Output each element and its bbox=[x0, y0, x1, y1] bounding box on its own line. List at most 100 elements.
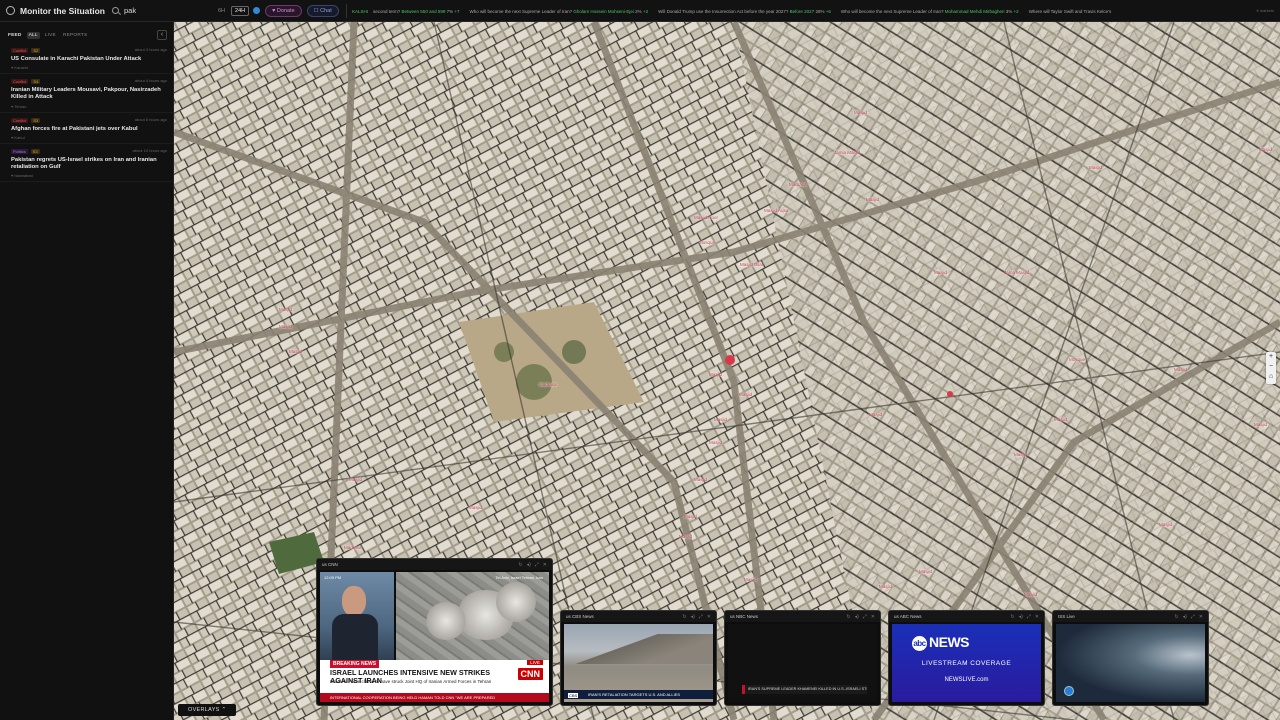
video-frame[interactable]: abc NEWS LIVESTREAM COVERAGE NEWSLIVE.com bbox=[892, 624, 1041, 702]
video-frame[interactable]: IRAN'S SUPREME LEADER KHAMENEI KILLED IN… bbox=[728, 624, 877, 702]
map-poi-label[interactable]: Masjid bbox=[744, 577, 757, 582]
map-poi-label[interactable]: Masjid bbox=[1254, 422, 1267, 427]
map-poi-label[interactable]: Masjid bbox=[684, 514, 697, 519]
home-icon[interactable]: ⌂ bbox=[1266, 372, 1276, 382]
search-box[interactable] bbox=[112, 4, 212, 18]
video-frame[interactable]: IRAN'S RETALIATION TARGETS U.S. AND ALLI… bbox=[564, 624, 713, 702]
map-poi-label[interactable]: Masjid bbox=[279, 307, 292, 312]
map-poi-label[interactable]: Jama Masjid bbox=[1004, 270, 1029, 275]
map-poi-label[interactable]: Madrasa bbox=[344, 545, 362, 550]
mute-icon[interactable]: ◂) bbox=[691, 614, 695, 620]
map-poi-label[interactable]: Masjid Bilal bbox=[740, 262, 763, 267]
chat-button[interactable]: ☐ Chat bbox=[306, 4, 339, 17]
ticker-item[interactable]: Who will become the next Supreme Leader … bbox=[841, 9, 1019, 14]
map-poi-label[interactable]: Madrasa bbox=[789, 182, 807, 187]
ticker-item[interactable]: Who will become the next Supreme Leader … bbox=[470, 9, 649, 14]
map-poi-label[interactable]: Madrasa bbox=[539, 382, 557, 387]
collapse-sidebar-icon[interactable]: ‹ bbox=[157, 30, 167, 40]
live-indicator-icon[interactable] bbox=[253, 7, 261, 14]
map-poi-label[interactable]: Masjid bbox=[1024, 592, 1037, 597]
map-poi-label[interactable]: Masjid bbox=[349, 477, 362, 482]
toggle-6h[interactable]: 6H bbox=[215, 7, 228, 15]
tab-all[interactable]: ALL bbox=[26, 32, 40, 39]
map-poi-label[interactable]: Masjid bbox=[289, 349, 302, 354]
expand-icon[interactable]: ⤢ bbox=[863, 614, 867, 620]
market-ticker[interactable]: KALSHI second term? Between 550 and 599 … bbox=[346, 4, 1274, 18]
tab-live[interactable]: LIVE bbox=[43, 32, 58, 39]
video-title: us NBC News bbox=[730, 614, 759, 619]
video-panel-nbc[interactable]: us NBC News ↻ ◂) ⤢ ✕ IRAN'S SUPREME LEADER K… bbox=[724, 610, 881, 706]
mute-icon[interactable]: ◂) bbox=[527, 562, 531, 568]
video-panel-abc[interactable]: us ABC News ↻ ◂) ⤢ ✕ abc NEWS LIVESTREAM COVE… bbox=[888, 610, 1045, 706]
ticker-item[interactable]: Will Donald Trump use the Insurrection A… bbox=[658, 9, 831, 14]
app-logo[interactable]: Monitor the Situation bbox=[0, 6, 108, 16]
map-poi-label[interactable]: Masjid bbox=[1259, 147, 1272, 152]
map-poi-label[interactable]: Masjid bbox=[469, 505, 482, 510]
map-poi-label[interactable]: Masjid bbox=[714, 417, 727, 422]
expand-icon[interactable]: ⤢ bbox=[1027, 614, 1031, 620]
map-poi-label[interactable]: Masjid Noor bbox=[694, 215, 718, 220]
search-input[interactable] bbox=[124, 6, 204, 15]
map-poi-label[interactable]: Masjid bbox=[709, 440, 722, 445]
map-poi-label[interactable]: Masjid Aqsa bbox=[764, 208, 788, 213]
map-poi-label[interactable]: Masjid bbox=[1174, 367, 1187, 372]
map-poi-label[interactable]: Masjid bbox=[694, 477, 707, 482]
map-poi-label[interactable]: Masjid bbox=[679, 534, 692, 539]
map-poi-label[interactable]: Masjid bbox=[879, 584, 892, 589]
tab-reports[interactable]: REPORTS bbox=[61, 32, 90, 39]
close-icon[interactable]: ✕ bbox=[1035, 614, 1039, 620]
ticker-option: Gholam Hossein Mohseni-Ejei bbox=[573, 8, 634, 14]
close-icon[interactable]: ✕ bbox=[707, 614, 711, 620]
map-poi-label[interactable]: Jamia Masjid bbox=[834, 150, 860, 155]
feed-item[interactable]: Politics S3 about 10 hours ago Pakistan r… bbox=[0, 144, 173, 183]
mute-icon[interactable]: ◂) bbox=[855, 614, 859, 620]
expand-icon[interactable]: ⤢ bbox=[699, 614, 703, 620]
map-zoom-control[interactable]: + − ⌂ bbox=[1266, 352, 1276, 384]
expand-icon[interactable]: ⤢ bbox=[1191, 614, 1195, 620]
ticker-more-count[interactable]: 6 markets bbox=[1256, 8, 1274, 13]
map-poi-label[interactable]: Masjid bbox=[1159, 522, 1172, 527]
map-poi-label[interactable]: Mosque bbox=[1069, 357, 1085, 362]
map-poi-label[interactable]: Masjid bbox=[1014, 452, 1027, 457]
video-frame[interactable]: 12:09 PM Tel Aviv, Israel Tehran, Iran B… bbox=[320, 572, 549, 702]
video-panel-cbs[interactable]: us CBS News ↻ ◂) ⤢ ✕ IRAN'S RETALIATION TARG… bbox=[560, 610, 717, 706]
map-poi-label[interactable]: Masjid bbox=[869, 412, 882, 417]
close-icon[interactable]: ✕ bbox=[1199, 614, 1203, 620]
map-poi-label[interactable]: Masjid bbox=[279, 324, 292, 329]
reload-icon[interactable]: ↻ bbox=[1010, 614, 1014, 620]
expand-icon[interactable]: ⤢ bbox=[535, 562, 539, 568]
video-panel-cnn[interactable]: us CNN ↻ ◂) ⤢ ✕ 12:09 PM Tel Aviv, Israel Te… bbox=[316, 558, 553, 706]
map-poi-label[interactable]: Masjid bbox=[709, 372, 722, 377]
map-poi-label[interactable]: Masjid bbox=[739, 392, 752, 397]
reload-icon[interactable]: ↻ bbox=[1174, 614, 1178, 620]
map-poi-label[interactable]: Masjid bbox=[854, 110, 867, 115]
ticker-item[interactable]: second term? Between 550 and 599 7% +7 bbox=[373, 9, 460, 14]
feed-item[interactable]: Conflict S2 about 3 hours ago US Consulat… bbox=[0, 43, 173, 75]
map-poi-label[interactable]: Masjid bbox=[866, 197, 879, 202]
tab-feed[interactable]: FEED bbox=[6, 32, 24, 39]
chyron-headline: IRAN'S SUPREME LEADER KHAMENEI KILLED IN… bbox=[742, 685, 867, 694]
map-poi-label[interactable]: Masjid bbox=[919, 569, 932, 574]
mute-icon[interactable]: ◂) bbox=[1019, 614, 1023, 620]
reload-icon[interactable]: ↻ bbox=[518, 562, 522, 568]
close-icon[interactable]: ✕ bbox=[543, 562, 547, 568]
zoom-out-icon[interactable]: − bbox=[1266, 362, 1276, 372]
map-poi-label[interactable]: Masjid bbox=[1089, 165, 1102, 170]
map-poi-label[interactable]: Masjid bbox=[1054, 417, 1067, 422]
overlays-button[interactable]: OVERLAYS ⌃ bbox=[178, 704, 237, 716]
feed-item[interactable]: Conflict S3 about 6 hours ago Afghan forc… bbox=[0, 113, 173, 144]
video-panel-iss[interactable]: ISS Live ↻ ◂) ⤢ ✕ bbox=[1052, 610, 1209, 706]
map-poi-label[interactable]: Masjid bbox=[934, 270, 947, 275]
map-poi-label[interactable]: Mosque bbox=[699, 240, 715, 245]
video-frame[interactable] bbox=[1056, 624, 1205, 702]
app-title: Monitor the Situation bbox=[20, 5, 105, 16]
reload-icon[interactable]: ↻ bbox=[846, 614, 850, 620]
ticker-item[interactable]: Where will Taylor Swift and Travis Kelce… bbox=[1029, 9, 1112, 14]
feed-item[interactable]: Conflict S4 about 4 hours ago Iranian Mil… bbox=[0, 74, 173, 113]
close-icon[interactable]: ✕ bbox=[871, 614, 875, 620]
reload-icon[interactable]: ↻ bbox=[682, 614, 686, 620]
donate-button[interactable]: ♥ Donate bbox=[265, 4, 302, 17]
toggle-24h[interactable]: 24H bbox=[231, 5, 250, 16]
zoom-in-icon[interactable]: + bbox=[1266, 352, 1276, 362]
mute-icon[interactable]: ◂) bbox=[1183, 614, 1187, 620]
